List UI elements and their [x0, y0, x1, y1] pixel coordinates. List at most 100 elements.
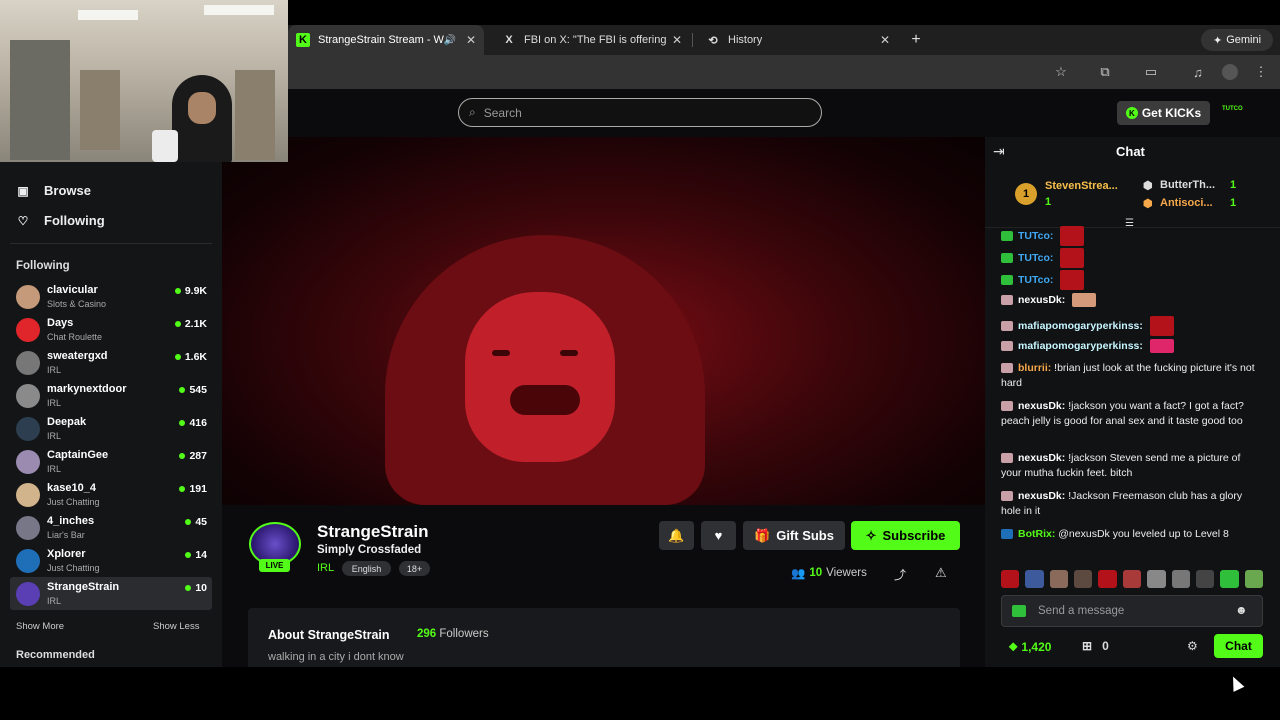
emote[interactable] — [1244, 570, 1263, 588]
chat-username[interactable]: TUTco: — [1018, 252, 1053, 264]
subscribe-button[interactable]: ✧ Subscribe — [851, 521, 960, 550]
emote[interactable] — [1220, 570, 1239, 588]
emote[interactable] — [1074, 570, 1093, 588]
top-gifter-name[interactable]: Antisoci... — [1160, 197, 1213, 209]
top-gifter-count: 1 — [1045, 196, 1052, 208]
share-icon[interactable]: ⤴ — [894, 566, 906, 583]
chat-username[interactable]: mafiapomogaryperkinss: — [1018, 340, 1143, 352]
rewards-chest[interactable]: ⊞ 0 — [1082, 639, 1109, 653]
send-chat-button[interactable]: Chat — [1214, 634, 1263, 658]
chat-username[interactable]: nexusDk: — [1018, 400, 1065, 412]
channel-category: IRL — [47, 464, 62, 474]
chat-username[interactable]: blurrii: — [1018, 362, 1051, 374]
gift-subs-button[interactable]: 🎁 Gift Subs — [743, 521, 845, 550]
tag-language[interactable]: English — [342, 561, 391, 576]
chat-username[interactable]: mafiapomogaryperkinss: — [1018, 320, 1143, 332]
tag-mature[interactable]: 18+ — [399, 561, 430, 576]
media-icon[interactable]: ♫ — [1190, 64, 1206, 80]
channel-avatar — [16, 417, 40, 441]
stream-category[interactable]: IRL — [317, 562, 334, 574]
sidebar-channel[interactable]: 4_inches Liar's Bar 45 — [10, 511, 212, 544]
emote[interactable] — [1025, 570, 1044, 588]
channel-name: 4_inches — [47, 515, 95, 527]
chat-username[interactable]: TUTco: — [1018, 230, 1053, 242]
emote[interactable] — [1001, 570, 1020, 588]
sidebar-channel[interactable]: CaptainGee IRL 287 — [10, 445, 212, 478]
chat-username[interactable]: nexusDk: — [1018, 490, 1065, 502]
emote[interactable] — [1122, 570, 1142, 588]
people-icon: 👥 — [791, 568, 806, 580]
chat-username[interactable]: BotRix: — [1018, 528, 1055, 540]
search-input[interactable]: ⌕ Search — [458, 98, 822, 127]
close-tab-icon[interactable]: ✕ — [466, 33, 476, 47]
profile-avatar[interactable] — [1222, 64, 1238, 80]
sidebar-channel[interactable]: markynextdoor IRL 545 — [10, 379, 212, 412]
sidebar-channel[interactable]: Deepak IRL 416 — [10, 412, 212, 445]
top-gifter-name[interactable]: ButterTh... — [1160, 179, 1215, 191]
followers-number: 296 — [417, 628, 437, 640]
channel-category: Slots & Casino — [47, 299, 107, 309]
sidebar-channel[interactable]: Days Chat Roulette 2.1K — [10, 313, 212, 346]
collapse-chat-icon[interactable]: ⇥ — [993, 143, 1005, 160]
notification-button[interactable]: 🔔 — [659, 521, 694, 550]
streamer-name[interactable]: StrangeStrain — [317, 522, 428, 542]
emote[interactable] — [1171, 570, 1190, 588]
chat-badge-icon — [1001, 231, 1013, 241]
sidebar-channel[interactable]: sweatergxd IRL 1.6K — [10, 346, 212, 379]
gemini-button[interactable]: ✦ Gemini — [1201, 29, 1273, 51]
viewer-count: 14 — [195, 549, 207, 561]
tab-history[interactable]: ⟲ History ✕ — [698, 25, 898, 55]
chat-username[interactable]: TUTco: — [1018, 274, 1053, 286]
show-more-button[interactable]: Show More — [16, 621, 64, 632]
channel-viewers: 45 — [185, 516, 207, 528]
top-gifter-count: 1 — [1230, 197, 1237, 209]
user-avatar[interactable]: TUTCO — [1222, 106, 1243, 112]
chat-message: nexusDk: — [1001, 293, 1257, 308]
sub-badge-icon — [1012, 605, 1026, 617]
top-gifter-name[interactable]: StevenStrea... — [1045, 180, 1118, 192]
channel-avatar — [16, 384, 40, 408]
new-tab-button[interactable]: + — [906, 25, 926, 55]
channel-viewers: 9.9K — [174, 285, 207, 297]
tab-strangestrain[interactable]: K StrangeStrain Stream - W 🔊 ✕ — [288, 25, 484, 55]
sidebar-item-browse[interactable]: ▣ Browse — [16, 183, 91, 198]
channel-name: kase10_4 — [47, 482, 96, 494]
get-kicks-label: Get KICKs — [1141, 106, 1202, 120]
channel-points[interactable]: ⬥ 1,420 — [1009, 639, 1051, 654]
emoji-picker-icon[interactable]: ☻ — [1235, 603, 1248, 617]
tab-fbi-x[interactable]: X FBI on X: "The FBI is offering ✕ — [494, 25, 690, 55]
emote[interactable] — [1098, 570, 1117, 588]
star-icon[interactable]: ☆ — [1053, 64, 1069, 80]
close-tab-icon[interactable]: ✕ — [672, 33, 682, 47]
chat-input[interactable]: Send a message — [1001, 595, 1263, 627]
live-dot-icon — [179, 453, 186, 459]
gear-icon[interactable]: ⚙ — [1187, 639, 1198, 653]
sidebar-channel[interactable]: Xplorer Just Chatting 14 — [10, 544, 212, 577]
sidebar-channel[interactable]: kase10_4 Just Chatting 191 — [10, 478, 212, 511]
cast-icon[interactable]: ▭ — [1143, 64, 1159, 80]
close-tab-icon[interactable]: ✕ — [880, 33, 890, 47]
get-kicks-button[interactable]: K Get KICKs — [1117, 101, 1210, 125]
gift-icon: 🎁 — [754, 527, 771, 543]
report-icon[interactable]: ⚠ — [935, 565, 947, 581]
follow-button[interactable]: ♥ — [701, 521, 736, 550]
show-less-button[interactable]: Show Less — [153, 621, 199, 632]
emote[interactable] — [1049, 570, 1069, 588]
ceiling-light — [204, 5, 274, 15]
chat-username[interactable]: nexusDk: — [1018, 452, 1065, 464]
bell-icon: 🔔 — [668, 527, 685, 543]
emote[interactable] — [1147, 570, 1166, 588]
viewer-count: 2.1K — [184, 318, 207, 330]
speaker-icon[interactable]: 🔊 — [444, 35, 456, 46]
sidebar-channel[interactable]: StrangeStrain IRL 10 — [10, 577, 212, 610]
extension-icon[interactable]: ⧉ — [1097, 64, 1113, 80]
channel-viewers: 10 — [185, 582, 207, 594]
sidebar-item-following[interactable]: ♡ Following — [16, 213, 105, 228]
menu-icon[interactable]: ⋮ — [1253, 64, 1269, 80]
subscribe-label: Subscribe — [882, 528, 946, 543]
channel-avatar — [16, 549, 40, 573]
channel-category: IRL — [47, 596, 62, 606]
sidebar-channel[interactable]: clavicular Slots & Casino 9.9K — [10, 280, 212, 313]
emote[interactable] — [1195, 570, 1215, 588]
chat-username[interactable]: nexusDk: — [1018, 294, 1065, 306]
